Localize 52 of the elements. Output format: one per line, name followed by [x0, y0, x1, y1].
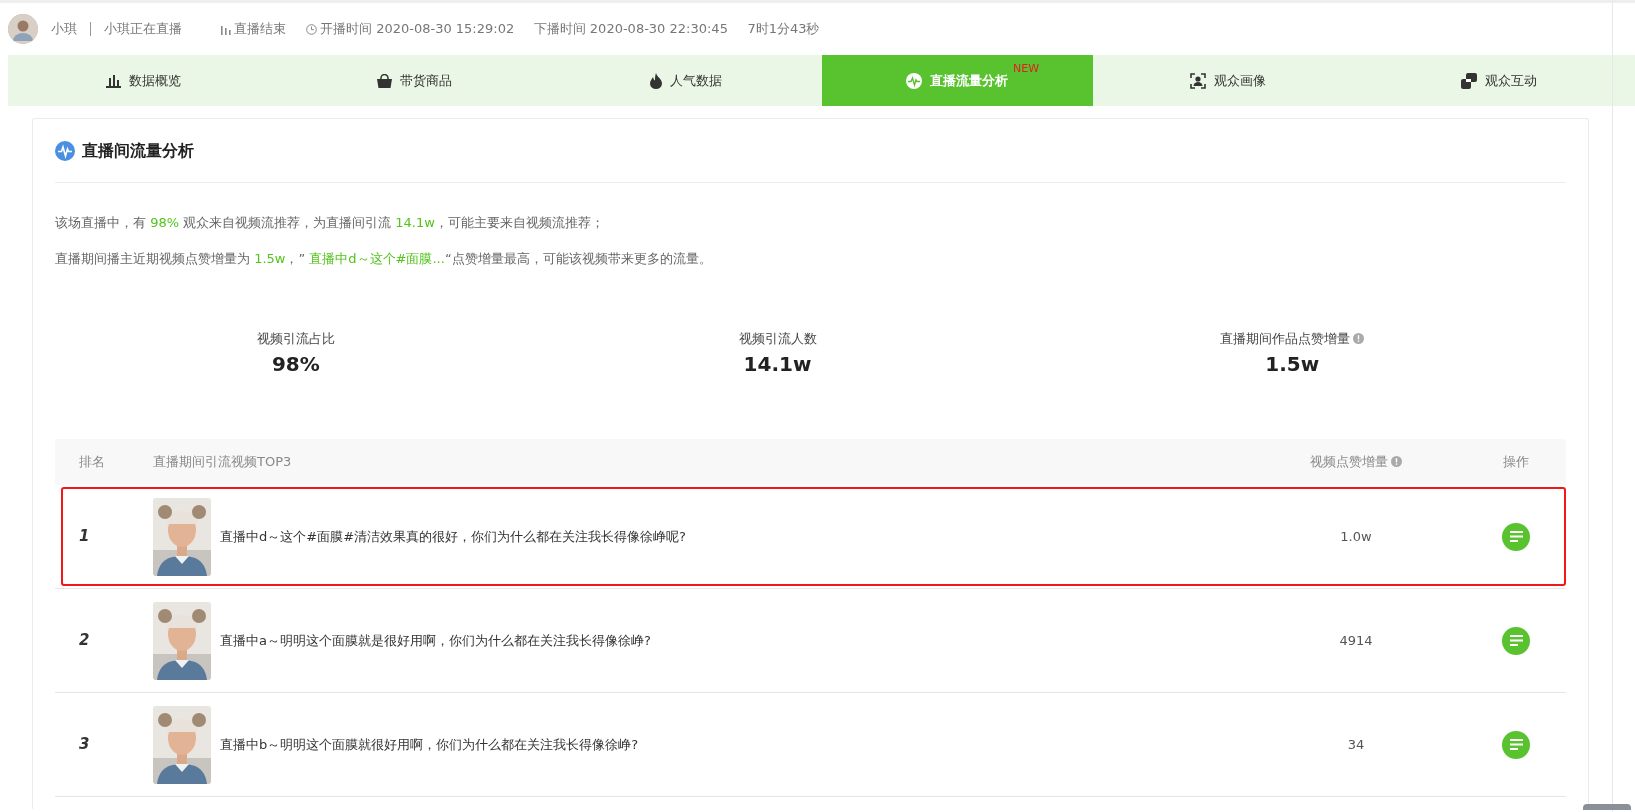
tab[interactable]: 观众画像 [1092, 55, 1364, 106]
rank-number: 3 [79, 735, 90, 754]
new-label: NEW [1013, 61, 1040, 77]
pulse-icon [906, 72, 923, 89]
duration: 7时1分43秒 [747, 20, 820, 39]
scrollbar-thumb[interactable] [1583, 804, 1631, 810]
live-state: 直播结束 [234, 20, 287, 39]
info-icon [1391, 456, 1402, 468]
like-count: 34 [1347, 736, 1365, 752]
overlapping-squares-icon [1461, 72, 1478, 89]
flame-icon [649, 72, 662, 89]
rank-number: 1 [79, 527, 90, 546]
bar-chart-icon [106, 73, 122, 88]
stat-label: 直播期间作品点赞增量 [1220, 331, 1351, 346]
video-title: 直播中a～明明这个面膜就是很好用啊，你们为什么都在关注我长得像徐峥? [220, 631, 651, 650]
column-header: 操作 [1503, 454, 1529, 470]
video-title: 直播中d～这个#面膜#清洁效果真的很好，你们为什么都在关注我长得像徐峥呢? [220, 527, 686, 546]
like-count: 4914 [1339, 632, 1373, 648]
person-frame-icon [1190, 72, 1207, 89]
column-header: 排名 [79, 454, 105, 470]
info-icon [1353, 333, 1365, 344]
tab[interactable]: 人气数据 [550, 55, 822, 106]
tab[interactable]: 数据概览 [8, 55, 280, 106]
list-icon [1509, 531, 1523, 542]
start-time: 开播时间 2020-08-30 15:29:02 [320, 20, 515, 39]
live-status: 小琪正在直播 [104, 20, 182, 39]
details-button[interactable] [1502, 626, 1530, 655]
list-icon [1509, 739, 1523, 750]
stat-value: 1.5w [1264, 350, 1321, 378]
list-icon [1509, 635, 1523, 646]
column-header: 视频点赞增量 [1310, 454, 1388, 470]
like-count: 1.0w [1340, 528, 1372, 544]
bar-chart-icon [221, 23, 231, 35]
stat-label: 视频引流占比 [256, 331, 335, 346]
end-time: 下播时间 2020-08-30 22:30:45 [533, 20, 728, 39]
basket-icon [377, 73, 393, 88]
user-name: 小琪 [51, 20, 77, 39]
tab[interactable]: 带货商品 [279, 55, 551, 106]
details-button[interactable] [1502, 522, 1530, 551]
rank-number: 2 [79, 631, 90, 650]
summary-text: 直播期间播主近期视频点赞增量为 1.5w，” 直播中d～这个#面膜...“点赞增量最高，可能该视频带来更多的流量。 [55, 250, 713, 268]
video-title: 直播中b～明明这个面膜就很好用啊，你们为什么都在关注我长得像徐峥? [220, 735, 639, 754]
avatar [8, 14, 38, 44]
details-button[interactable] [1502, 730, 1530, 759]
clock-icon [305, 23, 317, 35]
pulse-icon [55, 140, 75, 161]
column-header: 直播期间引流视频TOP3 [153, 454, 292, 470]
summary-text: 该场直播中，有 98% 观众来自视频流推荐，为直播间引流 14.1w，可能主要来自视频流推荐； [55, 214, 605, 232]
stat-value: 98% [270, 350, 321, 378]
section-title: 直播间流量分析 [81, 139, 194, 162]
stat-value: 14.1w [742, 350, 813, 378]
stat-label: 视频引流人数 [738, 331, 817, 346]
